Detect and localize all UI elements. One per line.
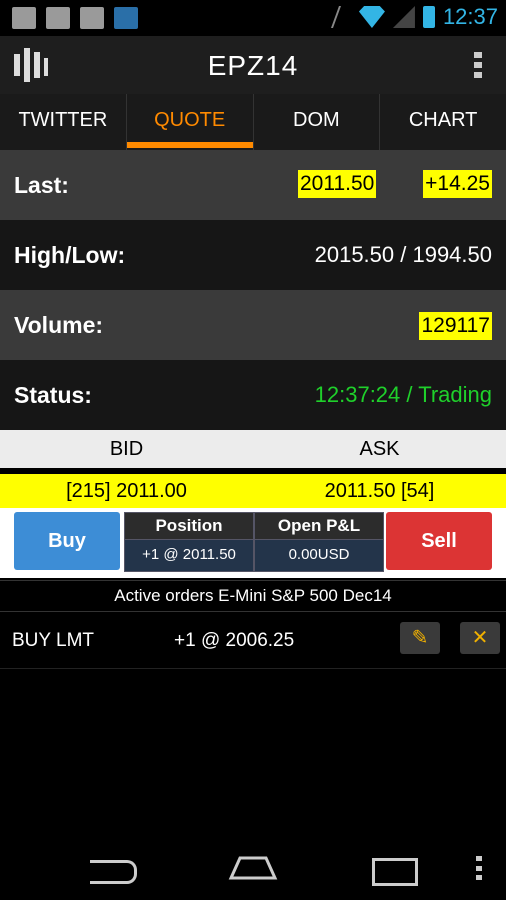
status-row: Status: 12:37:24 / Trading (0, 360, 506, 430)
last-label: Last: (14, 172, 69, 198)
home-icon[interactable] (228, 854, 278, 880)
order-quantity-price: +1 @ 2006.25 (174, 630, 295, 651)
tab-bar: TWITTER QUOTE DOM CHART (0, 94, 506, 150)
action-bar: EPZ14 (0, 36, 506, 94)
position-value: +1 @ 2011.50 (142, 546, 236, 563)
cloud-upload-icon (46, 7, 70, 29)
ask-value[interactable]: 2011.50 [54] (253, 474, 506, 508)
buy-button[interactable]: Buy (14, 512, 120, 570)
pnl-header: Open P&L (255, 513, 383, 540)
signal-icon (392, 6, 415, 28)
highlow-value: 2015.50 / 1994.50 (314, 242, 492, 267)
tab-quote[interactable]: QUOTE (126, 94, 254, 150)
app-notification-icon (114, 7, 138, 29)
trade-panel: Buy Position +1 @ 2011.50 Open P&L 0.00U… (0, 508, 506, 578)
tab-twitter[interactable]: TWITTER (0, 94, 127, 150)
last-change: +14.25 (423, 170, 492, 198)
bid-header: BID (109, 438, 144, 460)
volume-label: Volume: (14, 312, 104, 338)
list-item[interactable]: BUY LMT +1 @ 2006.25 ✎ ✕ (0, 612, 506, 669)
active-orders-header: Active orders E-Mini S&P 500 Dec14 (0, 580, 506, 612)
order-type: BUY LMT (12, 630, 95, 651)
tab-chart[interactable]: CHART (380, 94, 506, 150)
highlow-label: High/Low: (14, 242, 126, 268)
position-header: Position (125, 513, 253, 540)
system-icons: 12:37 (330, 4, 498, 30)
volume-row: Volume: 129117 (0, 290, 506, 360)
clock: 12:37 (442, 4, 498, 29)
bid-ask-row: [215] 2011.00 2011.50 [54] (0, 474, 506, 508)
position-box: Position +1 @ 2011.50 (124, 512, 254, 572)
highlow-row: High/Low: 2015.50 / 1994.50 (0, 220, 506, 290)
pnl-box: Open P&L 0.00USD (254, 512, 384, 572)
mute-icon (330, 6, 355, 28)
edit-icon[interactable]: ✎ (400, 622, 440, 654)
overflow-menu-icon[interactable] (474, 52, 482, 78)
status-label: Status: (14, 382, 92, 408)
menu-icon[interactable] (476, 856, 482, 880)
wifi-icon (358, 6, 385, 28)
tab-dom[interactable]: DOM (254, 94, 381, 150)
bid-value[interactable]: [215] 2011.00 (0, 474, 253, 508)
pnl-value: 0.00USD (288, 546, 350, 563)
battery-icon (422, 6, 435, 28)
status-bar: 12:37 (0, 0, 506, 36)
page-title: EPZ14 (207, 50, 299, 81)
bid-ask-header: BID ASK (0, 430, 506, 468)
recent-apps-icon[interactable] (372, 858, 418, 886)
image-icon (80, 7, 104, 29)
last-row: Last: 2011.50 +14.25 (0, 150, 506, 220)
back-icon[interactable] (90, 860, 137, 884)
last-price: 2011.50 (298, 170, 377, 198)
sell-button[interactable]: Sell (386, 512, 492, 570)
notification-icons (12, 7, 138, 29)
ask-header: ASK (359, 438, 400, 460)
volume-value: 129117 (419, 312, 492, 340)
close-icon[interactable]: ✕ (460, 622, 500, 654)
navigation-bar (0, 836, 506, 900)
status-value: 12:37:24 / Trading (314, 382, 492, 407)
mail-icon (12, 7, 36, 29)
